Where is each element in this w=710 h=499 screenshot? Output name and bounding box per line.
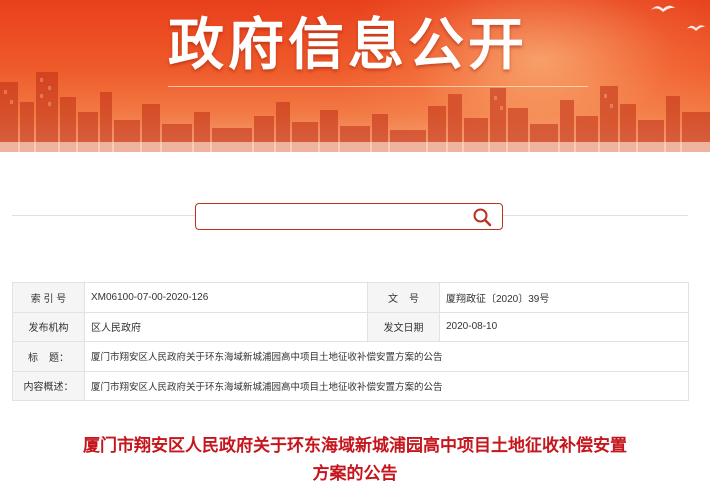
page-title: 政府信息公开 (168, 13, 528, 78)
header-banner: 政府信息公开 (0, 0, 710, 152)
title-underline (168, 86, 588, 87)
issuing-agency-label: 发布机构 (12, 311, 85, 342)
summary-label: 内容概述： (12, 370, 85, 401)
table-row: 标 题： 厦门市翔安区人民政府关于环东海域新城浦园高中项目土地征收补偿安置方案的… (12, 341, 689, 372)
search-box (195, 203, 503, 230)
table-row: 索 引 号 XM06100-07-00-2020-126 文 号 厦翔政征〔20… (12, 282, 689, 313)
summary-value: 厦门市翔安区人民政府关于环东海域新城浦园高中项目土地征收补偿安置方案的公告 (84, 370, 689, 401)
article-title-line-1: 厦门市翔安区人民政府关于环东海域新城浦园高中项目土地征收补偿安置 (83, 436, 627, 456)
document-number-label: 文 号 (367, 282, 440, 313)
index-number-value: XM06100-07-00-2020-126 (84, 282, 368, 313)
issue-date-label: 发文日期 (367, 311, 440, 342)
title-value: 厦门市翔安区人民政府关于环东海域新城浦园高中项目土地征收补偿安置方案的公告 (84, 341, 689, 372)
issuing-agency-value: 区人民政府 (84, 311, 368, 342)
article-title: 厦门市翔安区人民政府关于环东海域新城浦园高中项目土地征收补偿安置 方案的公告 (30, 432, 680, 488)
title-label: 标 题： (12, 341, 85, 372)
index-number-label: 索 引 号 (12, 282, 85, 313)
issue-date-value: 2020-08-10 (439, 311, 689, 342)
bird-icon (687, 25, 705, 31)
article-title-line-2: 方案的公告 (312, 464, 398, 484)
table-row: 发布机构 区人民政府 发文日期 2020-08-10 (12, 311, 689, 342)
bird-icon (651, 5, 675, 12)
search-input[interactable] (202, 206, 462, 227)
table-row: 内容概述： 厦门市翔安区人民政府关于环东海域新城浦园高中项目土地征收补偿安置方案… (12, 370, 689, 401)
search-icon[interactable] (472, 207, 492, 227)
document-info-table: 索 引 号 XM06100-07-00-2020-126 文 号 厦翔政征〔20… (12, 282, 689, 401)
document-number-value: 厦翔政征〔2020〕39号 (439, 282, 689, 313)
